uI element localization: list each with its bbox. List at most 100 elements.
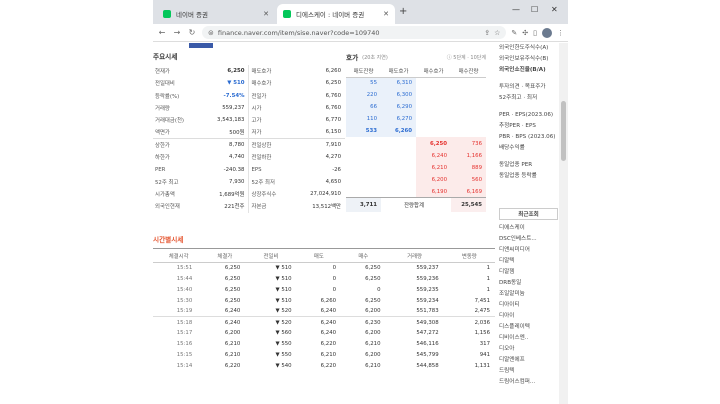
time-cell: 6,250: [224, 275, 241, 282]
tab-naver-finance[interactable]: 네이버 증권 ✕: [157, 4, 275, 24]
recent-view-item[interactable]: 디알젬: [499, 267, 558, 278]
time-cell: 547,272: [416, 330, 439, 337]
quote-value: 4,650: [325, 178, 341, 185]
recent-view-item[interactable]: 디알텍: [499, 256, 558, 267]
time-cell: 6,210: [365, 362, 381, 369]
quote-value: -240.38: [202, 163, 250, 176]
orderbook-level-links[interactable]: ⓘ 5단계 · 10단계: [447, 54, 486, 61]
ask-row: 55 6,310: [346, 77, 486, 90]
bid-qty: 1,166: [451, 149, 486, 162]
time-cell: 6,250: [365, 265, 381, 272]
empty-cell: [346, 150, 381, 162]
quote-label: 전일하한: [251, 155, 272, 162]
recent-view-item[interactable]: 디알엔에프: [499, 355, 558, 366]
quote-value: 13,512백만: [312, 204, 341, 211]
site-info-icon[interactable]: ⊜: [208, 29, 214, 37]
recent-view-item[interactable]: 디아이: [499, 311, 558, 322]
recent-view-item[interactable]: DRB동일: [499, 278, 558, 289]
section-title-time: 시간별시세: [153, 236, 184, 244]
address-bar[interactable]: ⊜ finance.naver.com/item/sise.naver?code…: [202, 26, 507, 39]
scrollbar-thumb[interactable]: [561, 101, 566, 161]
recent-view-item[interactable]: 디아이티: [499, 300, 558, 311]
bid-qty: 736: [451, 137, 486, 150]
recent-view-item[interactable]: 디에스케이: [499, 223, 558, 234]
recent-view-item[interactable]: 드림어스컴퍼...: [499, 377, 558, 388]
time-cell: 1: [486, 286, 490, 293]
recent-view-item[interactable]: 디앤씨미디어: [499, 245, 558, 256]
time-row: 15:16 6,210 ▼ 550 6,220 6,210 546,116 317: [153, 339, 495, 350]
tab-dsk-finance[interactable]: 디에스케이 : 네이버 증권 ✕: [277, 4, 395, 24]
time-row: 15:19 6,240 ▼ 520 6,240 6,200 551,783 2,475: [153, 306, 495, 318]
time-row: 15:18 6,240 ▼ 520 6,240 6,230 549,308 2,036: [153, 317, 495, 328]
sidebar-ratio-item: PER · EPS(2023.06): [499, 112, 554, 118]
window-close-icon[interactable]: ✕: [551, 5, 558, 14]
quote-row: 거래대금(천) 3,543,183 고가 6,770: [153, 114, 345, 127]
bid-row: 6,210 889: [346, 161, 486, 174]
time-price-section: 시간별시세 체결시각 체결가 전일비 매도 매수 거래량 변동량 15:51 6,250 ▼ 5…: [153, 232, 495, 371]
avatar[interactable]: [542, 27, 552, 38]
new-tab-icon[interactable]: +: [399, 6, 407, 17]
total-ask-qty: 3,711: [346, 197, 381, 212]
quote-value: 6,760: [325, 92, 341, 99]
time-price-table: 체결시각 체결가 전일비 매도 매수 거래량 변동량 15:51 6,250 ▼ 510 0 6,2…: [153, 248, 495, 371]
close-tab-icon[interactable]: ✕: [383, 10, 389, 18]
browser-toolbar: ← → ↻ ⊜ finance.naver.com/item/sise.nave…: [153, 24, 568, 42]
recent-view-item[interactable]: 디오아: [499, 344, 558, 355]
col-bid-qty: 매수잔량: [451, 65, 486, 78]
quote-row: 시가총액 1,689억원 상장주식수 27,024,910: [153, 187, 345, 201]
empty-cell: [451, 125, 486, 137]
ask-row: 66 6,290: [346, 101, 486, 114]
naver-favicon-icon: [283, 10, 291, 18]
recent-view-item[interactable]: 드림텍: [499, 366, 558, 377]
time-row: 15:51 6,250 ▼ 510 0 6,250 559,237 1: [153, 263, 495, 274]
puzzle-icon[interactable]: ✣: [522, 29, 528, 37]
ask-price: 6,260: [381, 125, 416, 138]
time-cell: 559,234: [416, 297, 439, 304]
time-cell: 15:15: [176, 352, 193, 359]
menu-icon[interactable]: ⋮: [557, 29, 564, 37]
orderbook-title: 호가: [346, 54, 359, 62]
time-cell: 549,308: [416, 319, 439, 326]
recent-view-item[interactable]: 디비이스엔..: [499, 333, 558, 344]
time-cell: 2,036: [474, 319, 490, 326]
quote-value: 6,260: [325, 68, 341, 75]
quote-label: 자본금: [251, 204, 267, 211]
quote-value: -26: [332, 166, 341, 173]
sidepanel-icon[interactable]: ▯: [533, 29, 537, 37]
share-icon[interactable]: ⇪: [484, 29, 490, 37]
time-cell: ▼ 510: [275, 275, 292, 282]
bookmark-star-icon[interactable]: ☆: [494, 29, 500, 37]
recent-view-item[interactable]: 디스플레이텍: [499, 322, 558, 333]
reload-icon[interactable]: ↻: [187, 28, 197, 37]
quote-table: 현재가 6,250 매도호가 6,260 전일대비 ▼ 510 매수호가 6,250 등락률(%…: [153, 65, 345, 213]
scrollbar[interactable]: [559, 43, 568, 404]
quote-row: 52주 최고 7,930 52주 최저 4,650: [153, 175, 345, 188]
quote-row: 액면가 500원 저가 6,150: [153, 126, 345, 139]
ask-qty: 110: [346, 113, 381, 126]
empty-cell: [416, 89, 451, 101]
quote-label: 52주 최고: [155, 179, 179, 186]
recent-view-item[interactable]: DSC인베스트...: [499, 234, 558, 245]
quote-label: 상장주식수: [251, 192, 277, 199]
extension-icon[interactable]: ✎: [511, 29, 517, 37]
time-cell: 15:17: [176, 330, 193, 337]
close-tab-icon[interactable]: ✕: [263, 10, 269, 18]
recent-view-item[interactable]: 조일알미늄: [499, 289, 558, 300]
time-row: 15:40 6,250 ▼ 510 0 0 559,235 1: [153, 284, 495, 295]
minimize-icon[interactable]: —: [512, 5, 520, 14]
bid-price: 6,190: [416, 185, 451, 198]
time-cell: ▼ 540: [275, 362, 292, 369]
ask-qty: 66: [346, 101, 381, 114]
quote-value: 4,740: [202, 151, 250, 164]
time-cell: ▼ 520: [275, 319, 292, 326]
col-ask-price: 매도호가: [381, 65, 416, 78]
quote-label: 상한가: [153, 138, 203, 152]
time-cell: 7,451: [474, 297, 490, 304]
forward-icon[interactable]: →: [172, 28, 182, 37]
time-cell: 15:14: [176, 362, 193, 369]
back-icon[interactable]: ←: [157, 28, 167, 37]
quote-value: 6,150: [325, 129, 341, 136]
time-row: 15:15 6,210 ▼ 550 6,210 6,200 545,799 941: [153, 350, 495, 361]
maximize-icon[interactable]: ☐: [531, 5, 538, 14]
recent-views-title[interactable]: 최근조회: [499, 208, 558, 220]
